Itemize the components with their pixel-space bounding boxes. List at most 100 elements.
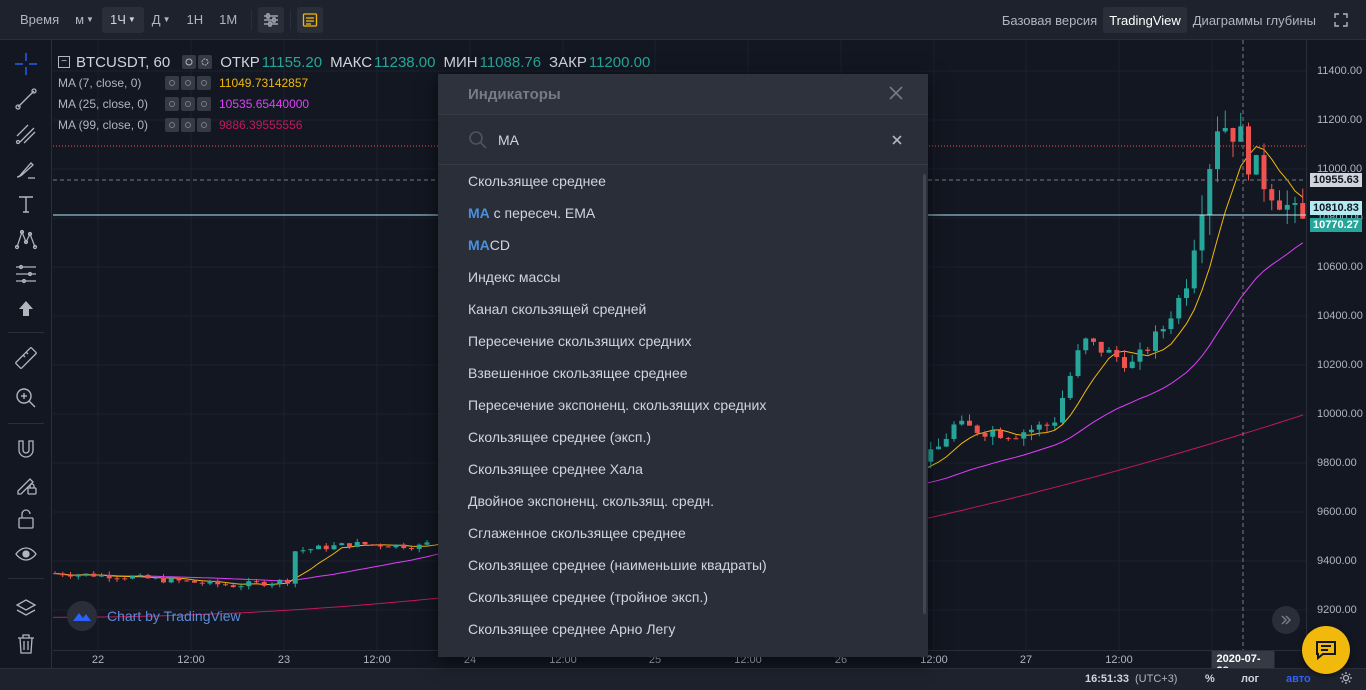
indicator-list-item[interactable]: Скользящее среднее (тройное эксп.) (438, 581, 928, 613)
magnet-icon[interactable] (10, 433, 42, 465)
percent-scale-button[interactable]: % (1205, 673, 1215, 685)
candle-body (967, 420, 972, 426)
candle-body (1005, 438, 1011, 440)
brush-icon[interactable] (10, 153, 42, 185)
collapse-icon[interactable]: − (58, 56, 70, 68)
trash-icon[interactable] (10, 628, 42, 660)
eye-icon[interactable] (165, 96, 179, 111)
unlock-icon[interactable] (10, 503, 42, 535)
eye-icon[interactable] (165, 117, 179, 132)
app: Время м ▼ 1Ч ▼ Д ▼ 1Н 1М Базовая версия Tra… (0, 0, 1366, 690)
depth-chart-link[interactable]: Диаграммы глубины (1187, 7, 1322, 33)
text-tool-icon[interactable] (10, 188, 42, 220)
indicator-list-item[interactable]: Скользящее среднее Хала (438, 453, 928, 485)
lock-drawing-icon[interactable] (10, 468, 42, 500)
price-axis[interactable]: 11400.0011200.0011000.0010800.0010600.00… (1306, 40, 1366, 650)
trend-line-icon[interactable] (10, 83, 42, 115)
candle-body (91, 573, 97, 577)
log-scale-button[interactable]: лог (1241, 673, 1259, 685)
candle-body (1106, 349, 1112, 353)
auto-scale-button[interactable]: авто (1286, 673, 1311, 685)
indicator-list-item[interactable]: Скользящее среднее Арно Легу (438, 613, 928, 645)
candle-body (1145, 349, 1151, 351)
candle-body (990, 430, 996, 437)
study-value: 9886.39555556 (219, 117, 303, 132)
low-label: МИН (443, 53, 478, 71)
indicator-list-item[interactable]: Взвешенное скользящее среднее (438, 357, 928, 389)
clear-search-icon[interactable] (888, 131, 906, 149)
close-icon[interactable] (197, 75, 211, 90)
eye-icon[interactable] (10, 538, 42, 570)
chat-support-button[interactable] (1302, 626, 1350, 674)
eye-icon[interactable] (165, 75, 179, 90)
indicator-list-item[interactable]: Скользящее среднее (наименьшие квадраты) (438, 549, 928, 581)
fib-retracement-icon[interactable] (10, 118, 42, 150)
week-interval-button[interactable]: 1Н (179, 7, 212, 33)
candle-body (1199, 215, 1205, 251)
time-button[interactable]: Время (12, 7, 67, 33)
toolbar-divider (8, 423, 44, 424)
close-label: ЗАКР (549, 53, 587, 71)
arrow-up-icon[interactable] (10, 293, 42, 325)
pattern-icon[interactable] (10, 223, 42, 255)
gear-icon[interactable] (198, 55, 213, 69)
indicator-list-item[interactable]: MA CD (438, 229, 928, 261)
candle-body (1277, 200, 1282, 210)
candle-body (401, 544, 407, 549)
basic-version-link[interactable]: Базовая версия (996, 7, 1103, 33)
indicator-list-item[interactable]: Пересечение экспоненц. скользящих средни… (438, 389, 928, 421)
time-tick-label: 12:00 (1105, 654, 1133, 666)
indicator-list-item[interactable]: MA с пересеч. EMA (438, 197, 928, 229)
candle-body (1060, 398, 1065, 423)
gear-icon[interactable] (1339, 671, 1353, 688)
indicator-list-item[interactable]: Сглаженное скользящее среднее (438, 517, 928, 549)
time-tick-label: 12:00 (363, 654, 391, 666)
timezone-button[interactable]: (UTC+3) (1135, 673, 1177, 685)
watermark-text: Chart by TradingView (107, 608, 241, 624)
close-icon[interactable] (197, 96, 211, 111)
close-icon[interactable] (886, 83, 906, 103)
close-icon[interactable] (197, 117, 211, 132)
indicator-list-item[interactable]: Канал скользящей средней (438, 293, 928, 325)
gear-icon[interactable] (181, 117, 195, 132)
indicator-list-item[interactable]: Двойное экспоненц. скользящ. средн. (438, 485, 928, 517)
candle-body (122, 578, 128, 580)
candle-body (1230, 127, 1236, 142)
settings-sliders-icon[interactable] (258, 6, 285, 33)
indicator-list-item[interactable]: Пересечение скользящих средних (438, 325, 928, 357)
candle-body (1036, 424, 1042, 430)
candle-body (254, 581, 259, 583)
fullscreen-icon[interactable] (1328, 7, 1354, 33)
price-tick-label: 10000.00 (1317, 408, 1363, 420)
tradingview-link[interactable]: TradingView (1103, 7, 1187, 33)
indicators-icon[interactable] (297, 6, 324, 33)
ruler-icon[interactable] (10, 342, 42, 374)
indicator-name: Канал скользящей средней (468, 301, 647, 317)
gear-icon[interactable] (181, 75, 195, 90)
zoom-icon[interactable] (10, 382, 42, 414)
eye-icon[interactable] (182, 55, 197, 69)
day-interval-dropdown[interactable]: Д ▼ (144, 7, 179, 33)
price-tick-label: 10600.00 (1317, 261, 1363, 273)
search-icon (468, 130, 488, 155)
price-tick-label: 10400.00 (1317, 310, 1363, 322)
indicator-name: Пересечение скользящих средних (468, 333, 692, 349)
month-interval-button[interactable]: 1М (211, 7, 245, 33)
indicator-name: с пересеч. EMA (489, 205, 596, 221)
minute-interval-dropdown[interactable]: м ▼ (67, 7, 102, 33)
gear-icon[interactable] (181, 96, 195, 111)
scrollbar[interactable] (923, 174, 926, 614)
candle-body (331, 545, 337, 550)
indicator-list-item[interactable]: Индекс массы (438, 261, 928, 293)
candle-body (928, 449, 934, 462)
tradingview-watermark[interactable]: Chart by TradingView (67, 601, 241, 631)
indicator-list-item[interactable]: Скользящее среднее (эксп.) (438, 421, 928, 453)
indicator-list-item[interactable]: Скользящее среднее (438, 165, 928, 197)
layers-icon[interactable] (10, 593, 42, 625)
hour-interval-dropdown[interactable]: 1Ч ▼ (101, 6, 144, 33)
candle-body (99, 574, 104, 577)
scroll-to-realtime-button[interactable] (1272, 606, 1300, 634)
search-input[interactable] (498, 129, 858, 151)
crosshair-icon[interactable] (10, 48, 42, 80)
prediction-icon[interactable] (10, 258, 42, 290)
